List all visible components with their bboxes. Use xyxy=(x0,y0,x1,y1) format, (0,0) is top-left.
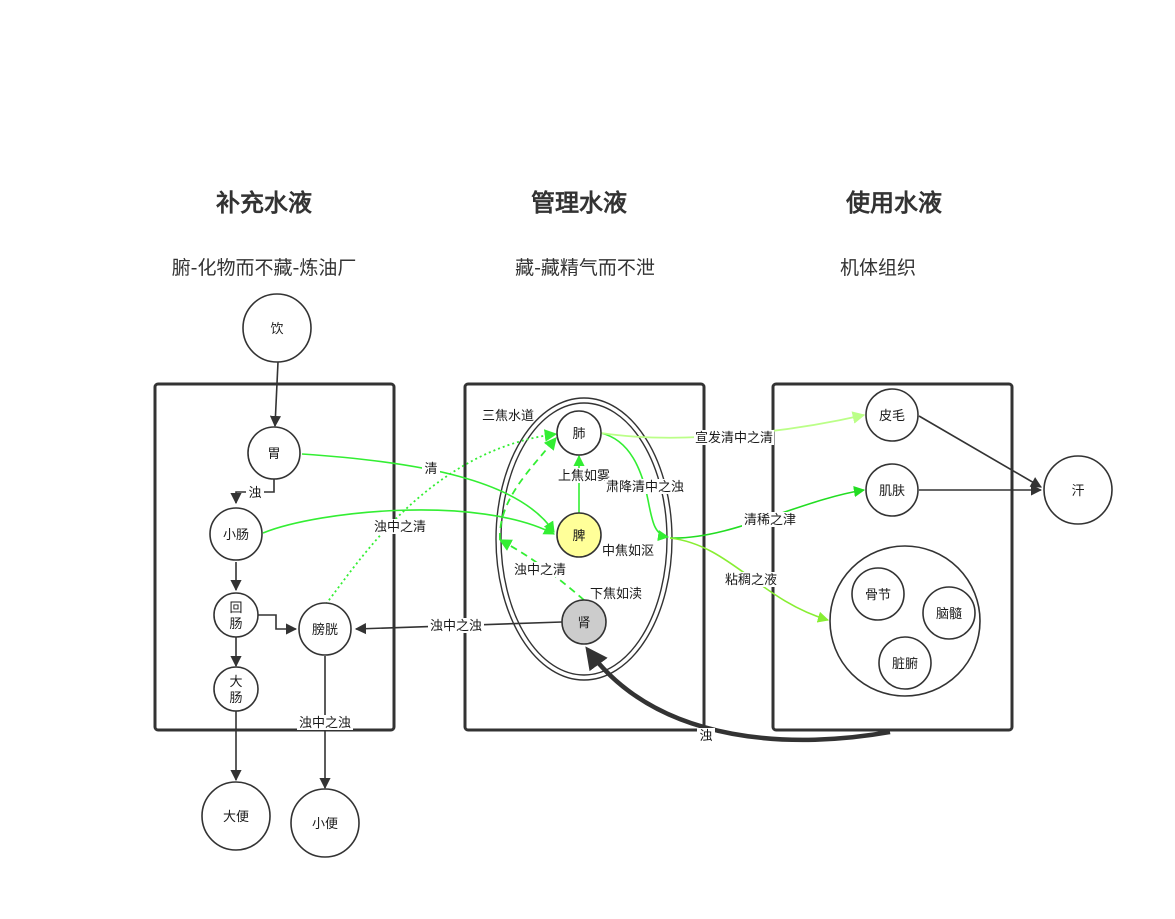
label-thin-fluid: 清稀之津 xyxy=(744,513,796,528)
subheading-replenish: 腑-化物而不藏-炼油厂 xyxy=(172,257,357,279)
edge-skin-sweat xyxy=(918,415,1042,488)
node-stomach[interactable]: 胃 xyxy=(247,426,301,480)
node-large-intestine-label-bottom: 肠 xyxy=(229,691,242,706)
san-jiao-label: 三焦水道 xyxy=(482,409,534,424)
node-sweat[interactable]: 汗 xyxy=(1043,455,1113,525)
edge-drink-stomach xyxy=(269,361,282,428)
heading-manage: 管理水液 xyxy=(531,189,627,217)
node-stool-label: 大便 xyxy=(223,810,249,825)
label-clear-in-turbid-left: 浊中之清 xyxy=(374,520,426,535)
label-turbid: 浊 xyxy=(248,486,261,501)
node-organs-label: 脏腑 xyxy=(892,656,918,672)
label-turbid-in-turbid-down: 浊中之浊 xyxy=(299,716,351,731)
label-middle-jiao: 中焦如沤 xyxy=(602,543,654,559)
edge-ileum-bladder xyxy=(258,614,298,635)
node-brain-marrow[interactable]: 脑髓 xyxy=(922,586,976,640)
node-stool[interactable]: 大便 xyxy=(201,781,271,851)
node-organs[interactable]: 脏腑 xyxy=(878,636,932,690)
subheading-manage: 藏-藏精气而不泄 xyxy=(515,257,655,279)
node-ileum[interactable]: 回 肠 xyxy=(213,592,259,638)
node-stomach-label: 胃 xyxy=(267,447,280,462)
node-joints[interactable]: 骨节 xyxy=(851,567,905,621)
node-spleen[interactable]: 脾 xyxy=(556,512,602,558)
label-descend: 肃降清中之浊 xyxy=(606,480,684,495)
node-kidney[interactable]: 肾 xyxy=(561,599,607,645)
label-disperse: 宣发清中之清 xyxy=(695,430,773,446)
label-clear: 清 xyxy=(424,462,437,477)
node-skin-hair[interactable]: 皮毛 xyxy=(865,388,919,442)
node-large-intestine[interactable]: 大 肠 xyxy=(213,666,259,712)
subheading-use: 机体组织 xyxy=(840,257,916,279)
node-brain-marrow-label: 脑髓 xyxy=(936,607,962,622)
label-turbid-in-turbid-mid: 浊中之浊 xyxy=(430,619,482,634)
node-urine-label: 小便 xyxy=(312,817,338,832)
node-lung-label: 肺 xyxy=(572,427,585,442)
node-kidney-label: 肾 xyxy=(577,616,590,631)
node-skin-hair-label: 皮毛 xyxy=(879,409,905,424)
node-small-intestine-label: 小肠 xyxy=(223,528,249,543)
label-lower-jiao: 下焦如渎 xyxy=(590,586,642,602)
label-return-turbid: 浊 xyxy=(699,729,712,744)
node-spleen-label: 脾 xyxy=(572,529,585,544)
node-large-intestine-label-top: 大 xyxy=(229,675,242,690)
node-drink-label: 饮 xyxy=(270,322,283,337)
node-joints-label: 骨节 xyxy=(865,588,891,603)
node-lung[interactable]: 肺 xyxy=(556,410,602,456)
label-thick-fluid: 粘稠之液 xyxy=(725,573,777,588)
node-bladder-label: 膀胱 xyxy=(312,622,338,638)
node-sweat-label: 汗 xyxy=(1071,484,1084,499)
label-upper-jiao: 上焦如雾 xyxy=(558,468,610,484)
label-clear-in-turbid-inner: 浊中之清 xyxy=(514,563,566,578)
node-drink[interactable]: 饮 xyxy=(242,293,312,363)
diagram-canvas: 补充水液 管理水液 使用水液 腑-化物而不藏-炼油厂 藏-藏精气而不泄 机体组织… xyxy=(153,189,1113,858)
node-ileum-label-bottom: 肠 xyxy=(229,617,242,632)
node-muscle-skin-label: 肌肤 xyxy=(879,484,905,499)
node-muscle-skin[interactable]: 肌肤 xyxy=(865,463,919,517)
node-bladder[interactable]: 膀胱 xyxy=(298,602,352,656)
node-urine[interactable]: 小便 xyxy=(290,788,360,858)
edge-tissue-kidney-return xyxy=(585,646,891,743)
heading-replenish: 补充水液 xyxy=(216,189,312,217)
heading-use: 使用水液 xyxy=(845,189,942,217)
node-ileum-label-top: 回 xyxy=(229,601,242,616)
node-small-intestine[interactable]: 小肠 xyxy=(209,507,263,561)
